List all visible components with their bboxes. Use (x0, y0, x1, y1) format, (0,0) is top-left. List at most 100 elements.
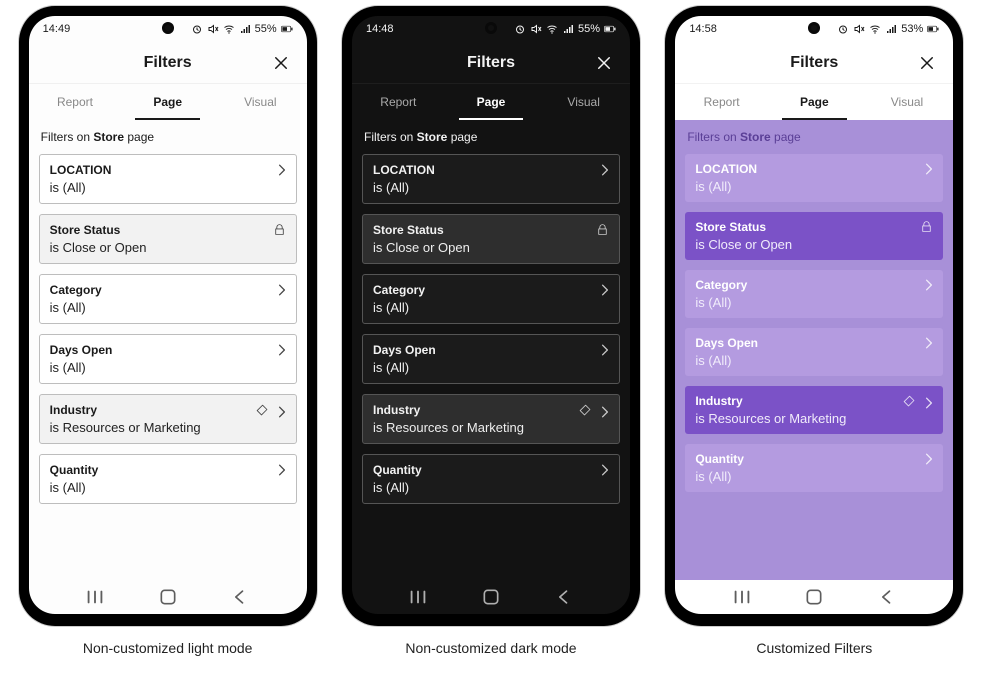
content-area[interactable]: Filters on Store page LOCATION is (All) … (352, 120, 630, 580)
nav-home-button[interactable] (150, 587, 186, 607)
signal-icon (885, 23, 897, 35)
phone-caption: Non-customized light mode (83, 640, 253, 656)
title-bar: Filters (29, 42, 307, 84)
tab-visual[interactable]: Visual (214, 84, 307, 120)
nav-recents-icon (84, 586, 106, 608)
filter-card[interactable]: Days Open is (All) (39, 334, 297, 384)
filter-card-title: Quantity (50, 463, 286, 477)
clear-filter-button[interactable] (902, 394, 915, 412)
title-bar: Filters (675, 42, 953, 84)
wifi-icon (223, 23, 235, 35)
lock-icon (920, 220, 933, 233)
tab-report[interactable]: Report (352, 84, 445, 120)
filter-card-icons (601, 283, 609, 297)
filter-card[interactable]: Days Open is (All) (685, 328, 943, 376)
nav-recents-button[interactable] (400, 586, 436, 608)
android-nav-bar (675, 580, 953, 614)
section-label: Filters on Store page (39, 128, 297, 144)
clear-filter-button[interactable] (578, 403, 591, 421)
clear-filter-button[interactable] (255, 403, 268, 421)
status-battery: 55% (255, 23, 277, 35)
battery-icon (927, 23, 939, 35)
nav-back-icon (230, 587, 250, 607)
filter-card-title: Industry (373, 403, 609, 417)
signal-icon (562, 23, 574, 35)
alarm-icon (514, 23, 526, 35)
filter-card[interactable]: Store Status is Close or Open (39, 214, 297, 264)
filter-card-icons (925, 336, 933, 350)
filter-card-title: Category (373, 283, 609, 297)
phone-caption: Customized Filters (756, 640, 872, 656)
battery-icon (604, 23, 616, 35)
phone-caption: Non-customized dark mode (405, 640, 576, 656)
phone-frame: 14:48 55% Filters Report Page (342, 6, 640, 626)
section-bold: Store (740, 130, 771, 144)
nav-back-button[interactable] (222, 587, 258, 607)
close-button[interactable] (267, 49, 295, 77)
filter-card-title: Store Status (373, 223, 609, 237)
filter-card[interactable]: Quantity is (All) (362, 454, 620, 504)
filter-card[interactable]: LOCATION is (All) (39, 154, 297, 204)
content-area[interactable]: Filters on Store page LOCATION is (All) … (675, 120, 953, 580)
filter-card-title: Store Status (695, 220, 933, 234)
status-time: 14:58 (689, 23, 717, 35)
filter-card[interactable]: Category is (All) (39, 274, 297, 324)
status-right: 55% (514, 23, 616, 35)
nav-back-button[interactable] (546, 587, 582, 607)
filter-card[interactable]: LOCATION is (All) (685, 154, 943, 202)
content-area[interactable]: Filters on Store page LOCATION is (All) … (29, 120, 307, 580)
filter-card[interactable]: Store Status is Close or Open (362, 214, 620, 264)
page-title: Filters (144, 54, 192, 72)
battery-icon (281, 23, 293, 35)
tab-visual[interactable]: Visual (861, 84, 954, 120)
filter-card[interactable]: Quantity is (All) (685, 444, 943, 492)
nav-recents-button[interactable] (724, 586, 760, 608)
filter-card-icons (278, 343, 286, 357)
section-suffix: page (771, 130, 801, 144)
tab-page[interactable]: Page (768, 84, 861, 120)
close-icon (918, 54, 936, 72)
filter-card[interactable]: Category is (All) (685, 270, 943, 318)
nav-back-icon (877, 587, 897, 607)
nav-recents-button[interactable] (77, 586, 113, 608)
nav-home-button[interactable] (796, 587, 832, 607)
filter-card[interactable]: Store Status is Close or Open (685, 212, 943, 260)
close-button[interactable] (913, 49, 941, 77)
tab-label: Report (57, 95, 93, 109)
tab-page[interactable]: Page (445, 84, 538, 120)
filter-card[interactable]: Days Open is (All) (362, 334, 620, 384)
section-bold: Store (417, 130, 448, 144)
filter-card[interactable]: Industry is Resources or Marketing (362, 394, 620, 444)
phone-screen: 14:48 55% Filters Report Page (352, 16, 630, 614)
filter-card[interactable]: Industry is Resources or Marketing (39, 394, 297, 444)
tab-label: Report (380, 95, 416, 109)
close-button[interactable] (590, 49, 618, 77)
nav-home-button[interactable] (473, 587, 509, 607)
filter-card[interactable]: LOCATION is (All) (362, 154, 620, 204)
filter-card-value: is (All) (373, 360, 609, 375)
wifi-icon (546, 23, 558, 35)
tabs: Report Page Visual (29, 84, 307, 120)
nav-back-button[interactable] (869, 587, 905, 607)
status-battery: 55% (578, 23, 600, 35)
tab-visual[interactable]: Visual (537, 84, 630, 120)
filter-card-value: is (All) (50, 480, 286, 495)
tab-report[interactable]: Report (29, 84, 122, 120)
filter-card[interactable]: Industry is Resources or Marketing (685, 386, 943, 434)
status-battery: 53% (901, 23, 923, 35)
filter-card-title: Industry (695, 394, 933, 408)
tab-page[interactable]: Page (121, 84, 214, 120)
phone-camera (485, 22, 497, 34)
tab-label: Page (477, 95, 506, 109)
filter-card-icons (925, 162, 933, 176)
tab-label: Visual (891, 95, 923, 109)
chevron-right-icon (925, 278, 933, 292)
tab-report[interactable]: Report (675, 84, 768, 120)
filter-card-value: is Resources or Marketing (50, 420, 286, 435)
tabs: Report Page Visual (352, 84, 630, 120)
filter-card[interactable]: Quantity is (All) (39, 454, 297, 504)
tab-label: Report (704, 95, 740, 109)
filter-card[interactable]: Category is (All) (362, 274, 620, 324)
status-right: 53% (837, 23, 939, 35)
chevron-right-icon (278, 343, 286, 357)
